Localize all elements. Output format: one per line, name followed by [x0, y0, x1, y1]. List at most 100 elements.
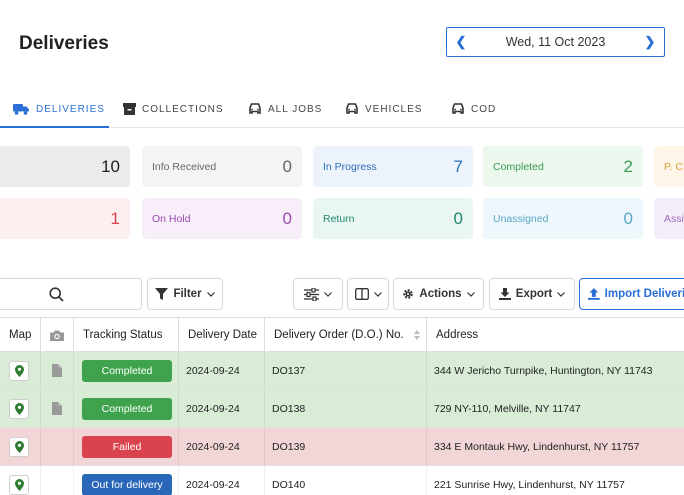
status-badge[interactable]: Out for delivery: [82, 473, 172, 495]
status-card-on-hold[interactable]: On Hold 0: [142, 198, 302, 239]
table-row[interactable]: Completed 2024-09-24 DO137 344 W Jericho Tu…: [0, 352, 684, 390]
car-icon: [346, 103, 358, 114]
column-header-map[interactable]: Map: [0, 318, 41, 352]
map-pin-button[interactable]: [9, 436, 29, 457]
column-label: Delivery Order (D.O.) No.: [274, 329, 404, 341]
tab-cod[interactable]: COD: [451, 90, 496, 128]
status-card-assigned[interactable]: Assi: [654, 198, 684, 239]
delivery-date-cell: 2024-09-24: [179, 352, 265, 389]
actions-label: Actions: [419, 288, 462, 300]
delivery-order-number[interactable]: DO137: [272, 365, 305, 377]
tab-collections[interactable]: COLLECTIONS: [123, 90, 224, 128]
delivery-order-number[interactable]: DO139: [272, 441, 305, 453]
column-label: Delivery Date: [188, 329, 258, 341]
chevron-left-icon[interactable]: ❮: [455, 34, 467, 50]
download-icon: [498, 288, 511, 300]
address: 344 W Jericho Turnpike, Huntington, NY 1…: [434, 364, 653, 377]
status-badge[interactable]: Completed: [82, 359, 172, 382]
tab-deliveries[interactable]: DELIVERIES: [13, 90, 105, 128]
chevron-down-icon: [324, 291, 332, 297]
chevron-right-icon[interactable]: ❯: [644, 34, 656, 50]
tab-label: DELIVERIES: [36, 103, 105, 115]
tracking-status-cell: Completed: [74, 390, 179, 427]
chevron-down-icon: [373, 291, 382, 297]
truck-icon: [13, 104, 29, 115]
map-pin-button[interactable]: [9, 398, 29, 419]
delivery-order-number[interactable]: DO138: [272, 403, 305, 415]
card-label: In Progress: [323, 160, 377, 173]
column-header-photo[interactable]: [41, 318, 74, 352]
actions-button[interactable]: Actions: [393, 278, 484, 310]
table-row[interactable]: Out for delivery 2024-09-24 DO140 221 Sunri…: [0, 466, 684, 495]
tab-label: COD: [471, 103, 497, 115]
status-card-return[interactable]: Return 0: [313, 198, 473, 239]
chevron-down-icon: [206, 291, 215, 297]
document-icon[interactable]: [52, 402, 62, 415]
column-header-delivery-order[interactable]: Delivery Order (D.O.) No.: [265, 318, 427, 352]
export-button[interactable]: Export: [489, 278, 575, 310]
map-cell: [0, 428, 41, 465]
card-label: P. C: [664, 160, 684, 173]
column-header-address[interactable]: Address: [427, 318, 684, 352]
tracking-status-cell: Completed: [74, 352, 179, 389]
filter-icon: [155, 287, 169, 300]
map-pin-button[interactable]: [9, 474, 29, 495]
card-label: Info Received: [152, 160, 217, 173]
column-settings-button[interactable]: [293, 278, 343, 310]
status-card-info-received[interactable]: Info Received 0: [142, 146, 302, 187]
delivery-date: 2024-09-24: [186, 402, 240, 415]
address-cell: 729 NY-110, Melville, NY 11747: [427, 390, 684, 427]
column-label: Map: [9, 329, 32, 341]
import-deliveries-button[interactable]: Import Deliveries: [579, 278, 684, 310]
card-count: 0: [453, 208, 463, 228]
column-header-delivery-date[interactable]: Delivery Date: [179, 318, 265, 352]
status-card-failed[interactable]: 1: [0, 198, 130, 239]
card-count: 10: [101, 156, 120, 176]
card-label: Assi: [664, 212, 684, 225]
tab-bar: DELIVERIES COLLECTIONS ALL JOBS VEHICLES…: [0, 90, 684, 128]
status-card-partially-completed[interactable]: P. C: [654, 146, 684, 187]
tab-vehicles[interactable]: VEHICLES: [345, 90, 422, 128]
status-card-total[interactable]: 10: [0, 146, 130, 187]
map-pin-button[interactable]: [9, 360, 29, 381]
status-card-in-progress[interactable]: In Progress 7: [313, 146, 473, 187]
page-title: Deliveries: [19, 33, 109, 54]
card-label: Return: [323, 212, 355, 225]
sort-icon[interactable]: [414, 330, 420, 340]
photo-cell: [41, 390, 74, 427]
card-label: Unassigned: [493, 212, 549, 225]
delivery-date: 2024-09-24: [186, 478, 240, 491]
status-card-unassigned[interactable]: Unassigned 0: [483, 198, 643, 239]
gear-icon: [403, 289, 414, 299]
search-input[interactable]: [0, 278, 142, 310]
delivery-order-number[interactable]: DO140: [272, 479, 305, 491]
chevron-down-icon: [557, 291, 566, 297]
status-badge[interactable]: Failed: [82, 435, 172, 458]
columns-view-button[interactable]: [347, 278, 389, 310]
status-badge[interactable]: Completed: [82, 397, 172, 420]
tracking-status-cell: Failed: [74, 428, 179, 465]
tab-all-jobs[interactable]: ALL JOBS: [248, 90, 322, 128]
date-picker[interactable]: ❮ Wed, 11 Oct 2023 ❯: [446, 27, 665, 57]
photo-cell: [41, 466, 74, 495]
status-card-completed[interactable]: Completed 2: [483, 146, 643, 187]
filter-label: Filter: [173, 288, 202, 300]
car-icon: [452, 103, 464, 114]
chevron-down-icon: [466, 291, 475, 297]
table-row[interactable]: Completed 2024-09-24 DO138 729 NY-110, Melv…: [0, 390, 684, 428]
column-header-tracking-status[interactable]: Tracking Status: [74, 318, 179, 352]
table-row[interactable]: Failed 2024-09-24 DO139 334 E Montauk Hwy, …: [0, 428, 684, 466]
delivery-date-cell: 2024-09-24: [179, 390, 265, 427]
upload-icon: [588, 288, 600, 300]
map-cell: [0, 466, 41, 495]
filter-button[interactable]: Filter: [147, 278, 223, 310]
document-icon[interactable]: [52, 364, 62, 377]
car-icon: [249, 103, 261, 114]
delivery-order-cell: DO139: [265, 428, 427, 465]
address-cell: 334 E Montauk Hwy, Lindenhurst, NY 11757: [427, 428, 684, 465]
columns-icon: [354, 288, 369, 300]
delivery-order-cell: DO140: [265, 466, 427, 495]
address-cell: 221 Sunrise Hwy, Lindenhurst, NY 11757: [427, 466, 684, 495]
export-label: Export: [515, 288, 553, 300]
active-tab-indicator: [0, 126, 109, 128]
